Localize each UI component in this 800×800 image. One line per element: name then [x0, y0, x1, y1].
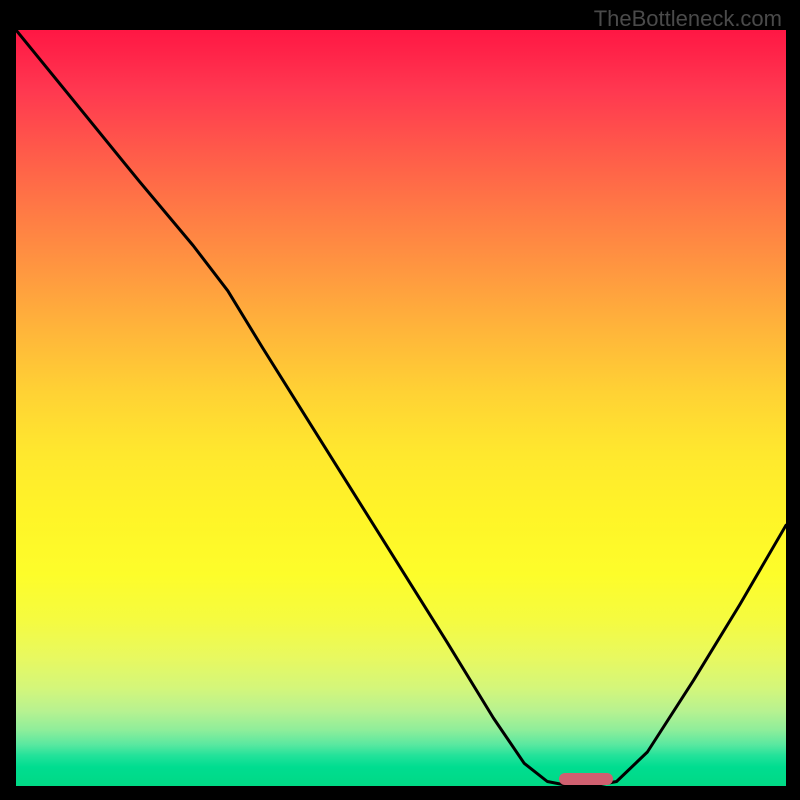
plot-area	[16, 30, 786, 786]
bottleneck-curve	[16, 30, 786, 786]
optimal-range-marker	[559, 773, 613, 785]
watermark-text: TheBottleneck.com	[594, 6, 782, 32]
